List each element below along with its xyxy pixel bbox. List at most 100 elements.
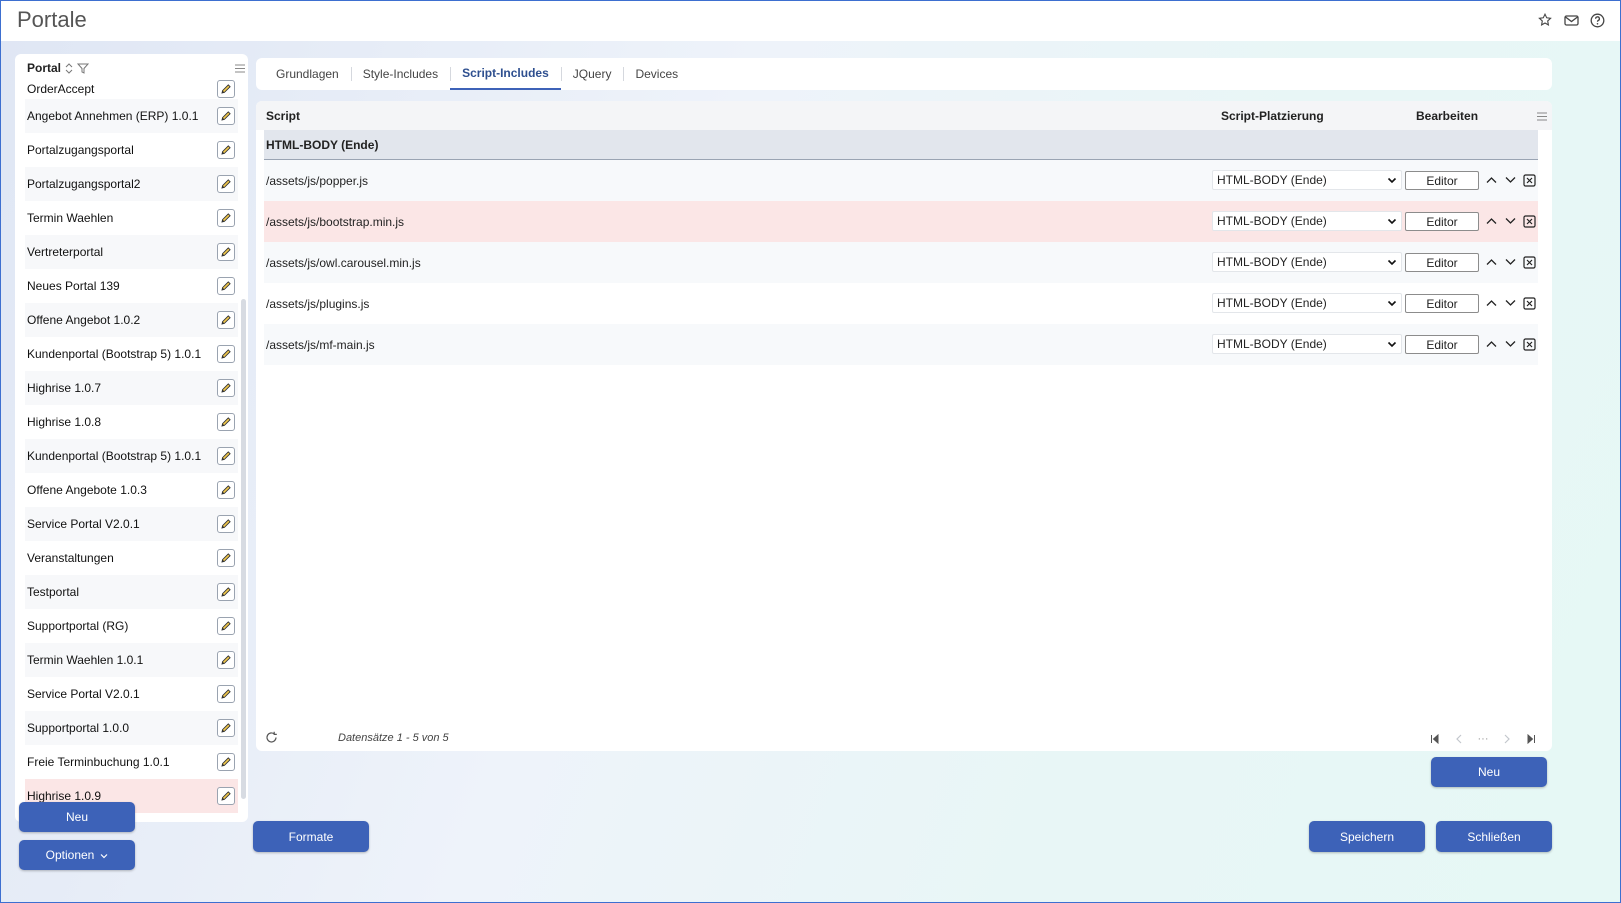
delete-icon[interactable] [1522, 337, 1536, 351]
first-page-icon[interactable] [1428, 732, 1442, 746]
pencil-icon[interactable] [217, 719, 235, 737]
grid-new-button[interactable]: Neu [1431, 757, 1547, 787]
tab-devices[interactable]: Devices [623, 58, 690, 90]
portal-list-item[interactable]: Veranstaltungen [25, 541, 238, 575]
next-page-icon[interactable] [1500, 732, 1514, 746]
column-header-edit[interactable]: Bearbeiten [1416, 109, 1478, 123]
portal-list-item[interactable]: Supportportal (RG) [25, 609, 238, 643]
portal-list-item[interactable]: Offene Angebote 1.0.3 [25, 473, 238, 507]
table-row[interactable]: /assets/js/plugins.js HTML-BODY (Ende) Edi… [264, 283, 1538, 324]
filter-icon[interactable] [77, 63, 90, 74]
pencil-icon[interactable] [217, 549, 235, 567]
pencil-icon[interactable] [217, 787, 235, 805]
column-menu-icon[interactable] [235, 62, 245, 76]
table-row[interactable]: /assets/js/mf-main.js HTML-BODY (Ende) Edi… [264, 324, 1538, 365]
formats-button[interactable]: Formate [253, 821, 369, 852]
pencil-icon[interactable] [217, 243, 235, 261]
editor-button[interactable]: Editor [1405, 171, 1479, 190]
delete-icon[interactable] [1522, 255, 1536, 269]
delete-icon[interactable] [1522, 296, 1536, 310]
star-icon[interactable] [1536, 11, 1554, 29]
pencil-icon[interactable] [217, 515, 235, 533]
pencil-icon[interactable] [217, 481, 235, 499]
portal-list-item[interactable]: Highrise 1.0.8 [25, 405, 238, 439]
move-up-icon[interactable] [1484, 173, 1498, 187]
group-row[interactable]: HTML-BODY (Ende) [264, 130, 1538, 160]
table-row[interactable]: /assets/js/owl.carousel.min.js HTML-BODY … [264, 242, 1538, 283]
help-icon[interactable] [1588, 11, 1606, 29]
table-row[interactable]: /assets/js/popper.js HTML-BODY (Ende) Edit… [264, 160, 1538, 201]
pencil-icon[interactable] [217, 80, 235, 98]
portal-list-item[interactable]: Testportal [25, 575, 238, 609]
placement-select[interactable]: HTML-BODY (Ende) [1212, 334, 1402, 354]
pencil-icon[interactable] [217, 413, 235, 431]
last-page-icon[interactable] [1524, 732, 1538, 746]
pencil-icon[interactable] [217, 141, 235, 159]
column-header-placement[interactable]: Script-Platzierung [1221, 109, 1324, 123]
portal-list-item[interactable]: Angebot Annehmen (ERP) 1.0.1 [25, 99, 238, 133]
close-button[interactable]: Schließen [1436, 821, 1552, 852]
grid-menu-icon[interactable] [1537, 110, 1547, 124]
column-header-script[interactable]: Script [266, 109, 300, 123]
move-up-icon[interactable] [1484, 337, 1498, 351]
pencil-icon[interactable] [217, 617, 235, 635]
placement-select[interactable]: HTML-BODY (Ende) [1212, 252, 1402, 272]
editor-button[interactable]: Editor [1405, 335, 1479, 354]
pencil-icon[interactable] [217, 209, 235, 227]
move-up-icon[interactable] [1484, 296, 1498, 310]
portal-list-item[interactable]: Portalzugangsportal2 [25, 167, 238, 201]
portal-list-item[interactable]: Supportportal 1.0.0 [25, 711, 238, 745]
editor-button[interactable]: Editor [1405, 212, 1479, 231]
placement-select[interactable]: HTML-BODY (Ende) [1212, 293, 1402, 313]
portal-list-item[interactable]: Termin Waehlen 1.0.1 [25, 643, 238, 677]
tab-style-includes[interactable]: Style-Includes [350, 58, 450, 90]
tab-script-includes[interactable]: Script-Includes [450, 58, 561, 90]
portal-list-item[interactable]: Neues Portal 139 [25, 269, 238, 303]
move-down-icon[interactable] [1503, 173, 1517, 187]
move-down-icon[interactable] [1503, 337, 1517, 351]
delete-icon[interactable] [1522, 214, 1536, 228]
delete-icon[interactable] [1522, 173, 1536, 187]
pencil-icon[interactable] [217, 447, 235, 465]
prev-page-icon[interactable] [1452, 732, 1466, 746]
portal-list-item[interactable]: Service Portal V2.0.1 [25, 507, 238, 541]
pencil-icon[interactable] [217, 583, 235, 601]
portal-list-scrollbar[interactable] [241, 299, 246, 799]
move-down-icon[interactable] [1503, 214, 1517, 228]
editor-button[interactable]: Editor [1405, 294, 1479, 313]
portal-list-item[interactable]: Termin Waehlen [25, 201, 238, 235]
editor-button[interactable]: Editor [1405, 253, 1479, 272]
table-row[interactable]: /assets/js/bootstrap.min.js HTML-BODY (En… [264, 201, 1538, 242]
move-up-icon[interactable] [1484, 214, 1498, 228]
options-button[interactable]: Optionen [19, 840, 135, 870]
pencil-icon[interactable] [217, 753, 235, 771]
refresh-icon[interactable] [265, 731, 278, 747]
pencil-icon[interactable] [217, 379, 235, 397]
move-down-icon[interactable] [1503, 296, 1517, 310]
pencil-icon[interactable] [217, 277, 235, 295]
move-up-icon[interactable] [1484, 255, 1498, 269]
save-button[interactable]: Speichern [1309, 821, 1425, 852]
portal-list-item[interactable]: Vertreterportal [25, 235, 238, 269]
pencil-icon[interactable] [217, 175, 235, 193]
portal-list-item[interactable]: Kundenportal (Bootstrap 5) 1.0.1 [25, 337, 238, 371]
sort-icon[interactable] [65, 62, 73, 74]
mail-icon[interactable] [1562, 11, 1580, 29]
portal-new-button[interactable]: Neu [19, 802, 135, 832]
pencil-icon[interactable] [217, 345, 235, 363]
pencil-icon[interactable] [217, 107, 235, 125]
portal-list-item[interactable]: Portalzugangsportal [25, 133, 238, 167]
portal-list-item[interactable]: Kundenportal (Bootstrap 5) 1.0.1 [25, 439, 238, 473]
pencil-icon[interactable] [217, 685, 235, 703]
pencil-icon[interactable] [217, 311, 235, 329]
portal-list-item[interactable]: OrderAccept [25, 80, 238, 99]
pencil-icon[interactable] [217, 651, 235, 669]
tab-grundlagen[interactable]: Grundlagen [264, 58, 351, 90]
placement-select[interactable]: HTML-BODY (Ende) [1212, 211, 1402, 231]
tab-jquery[interactable]: JQuery [560, 58, 624, 90]
portal-list-item[interactable]: Offene Angebot 1.0.2 [25, 303, 238, 337]
portal-list-item[interactable]: Highrise 1.0.7 [25, 371, 238, 405]
move-down-icon[interactable] [1503, 255, 1517, 269]
placement-select[interactable]: HTML-BODY (Ende) [1212, 170, 1402, 190]
portal-list-header[interactable]: Portal [15, 54, 248, 82]
